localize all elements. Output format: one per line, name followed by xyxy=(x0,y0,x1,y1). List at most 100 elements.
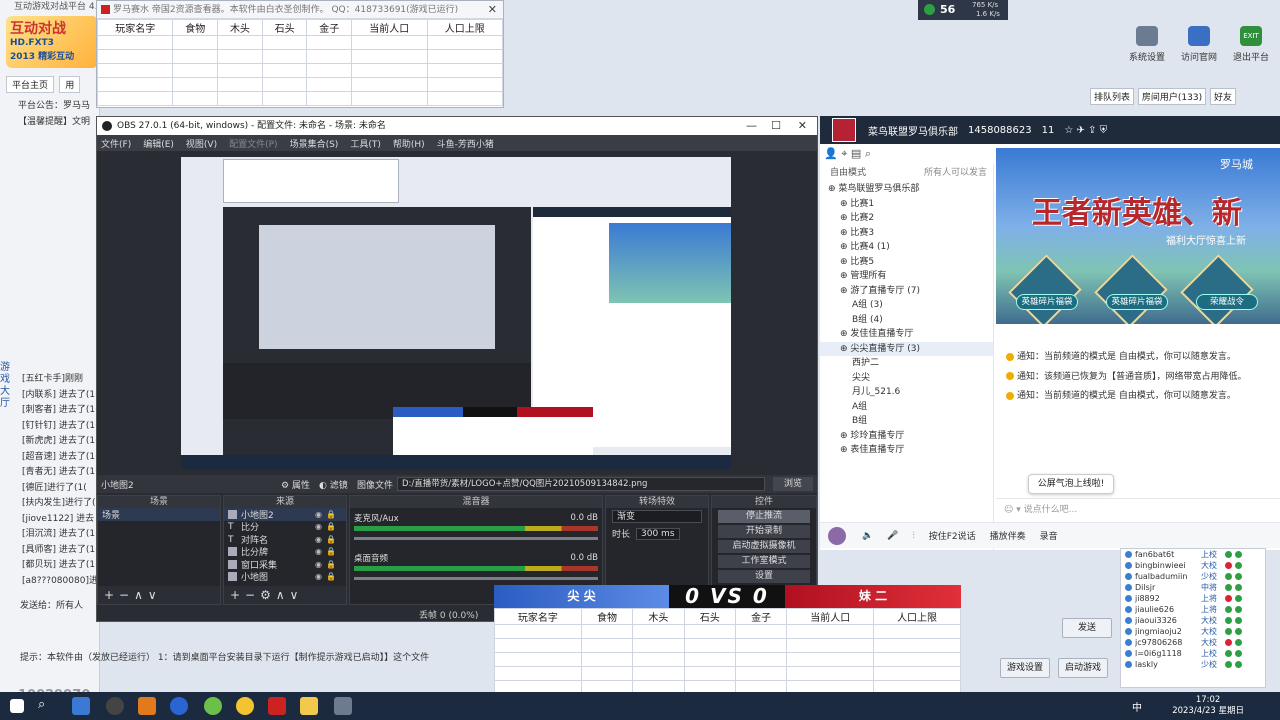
taskview-icon[interactable] xyxy=(72,697,90,715)
banner-button[interactable]: 荣耀战令 xyxy=(1196,294,1258,310)
system-settings-button[interactable]: 系统设置 xyxy=(1122,24,1172,66)
source-controls[interactable]: +−⚙∧∨ xyxy=(224,586,346,604)
tree-item[interactable]: ⊕ 尖尖直播专厅 (3) xyxy=(820,341,993,356)
app-icon[interactable] xyxy=(138,697,156,715)
tab-queue[interactable]: 排队列表 xyxy=(1090,88,1135,105)
filters-button[interactable]: ◐ 滤镜 xyxy=(319,478,348,491)
visibility-icon[interactable]: ◉🔒 xyxy=(315,535,340,544)
maximize-icon[interactable]: ☐ xyxy=(771,117,781,135)
tree-item[interactable]: ⊕ 发佳佳直播专厅 xyxy=(820,327,993,342)
virtual-camera-button[interactable]: 启动虚拟摄像机 xyxy=(718,540,810,553)
minimize-icon[interactable]: — xyxy=(746,117,757,135)
volume-slider[interactable] xyxy=(354,537,598,540)
mixer-icon[interactable]: ⫶ xyxy=(912,531,914,541)
hotkey-label[interactable]: 按住F2说话 xyxy=(929,529,976,542)
tree-item[interactable]: ⊕ 菜鸟联盟罗马俱乐部 xyxy=(820,182,993,197)
properties-button[interactable]: ⚙ 属性 xyxy=(281,478,310,491)
tree-item[interactable]: 尖尖 xyxy=(820,371,993,386)
source-item[interactable]: 小地图 ◉🔒 xyxy=(224,571,346,583)
menu-view[interactable]: 视图(V) xyxy=(186,137,217,150)
tree-item[interactable]: B组 xyxy=(820,414,993,429)
tab-friends[interactable]: 好友 xyxy=(1209,88,1236,105)
user-row[interactable]: jingmiaoju2 大校 xyxy=(1121,626,1265,637)
app-icon[interactable] xyxy=(300,697,318,715)
location-icon[interactable]: ⌖ xyxy=(841,147,847,160)
app-icon[interactable] xyxy=(268,697,286,715)
source-item[interactable]: 窗口采集 ◉🔒 xyxy=(224,558,346,571)
launch-game-button[interactable]: 启动游戏 xyxy=(1058,658,1108,678)
start-recording-button[interactable]: 开始录制 xyxy=(718,525,810,538)
visibility-icon[interactable]: ◉🔒 xyxy=(315,522,340,531)
tree-item[interactable]: 西护二 xyxy=(820,356,993,371)
search-icon[interactable]: ⌕ xyxy=(865,147,871,160)
studio-mode-button[interactable]: 工作室模式 xyxy=(718,555,810,568)
source-item[interactable]: 比分牌 ◉🔒 xyxy=(224,546,346,558)
user-row[interactable]: fan6bat6t 上校 xyxy=(1121,549,1265,560)
browser-icon[interactable] xyxy=(170,697,188,715)
app-icon[interactable] xyxy=(204,697,222,715)
tree-item[interactable]: ⊕ 游了直播专厅 (7) xyxy=(820,284,993,299)
visit-website-button[interactable]: 访问官网 xyxy=(1174,24,1224,66)
user-row[interactable]: jiaoui3326 大校 xyxy=(1121,615,1265,626)
user-row[interactable]: fualbadumiin 少校 xyxy=(1121,571,1265,582)
visibility-icon[interactable]: ◉🔒 xyxy=(315,510,340,519)
tree-item[interactable]: ⊕ 表佳直播专厅 xyxy=(820,443,993,458)
tree-item[interactable]: 月儿_521.6 xyxy=(820,385,993,400)
user-row[interactable]: bingbinwieei 大校 xyxy=(1121,560,1265,571)
emoji-icon[interactable]: ☺ ▾ xyxy=(1004,505,1024,515)
image-path-field[interactable]: D:/直播带货/素材/LOGO+点赞/QQ图片20210509134842.pn… xyxy=(397,477,765,491)
exit-platform-button[interactable]: EXIT 退出平台 xyxy=(1226,24,1276,66)
search-icon[interactable]: ⌕ xyxy=(38,697,56,715)
volume-slider[interactable] xyxy=(354,577,598,580)
tree-item[interactable]: ⊕ 比赛5 xyxy=(820,255,993,270)
send-button[interactable]: 发送 xyxy=(1062,618,1112,638)
user-row[interactable]: jiaulie626 上将 xyxy=(1121,604,1265,615)
menu-douyu[interactable]: 斗鱼-芳西小猪 xyxy=(437,137,494,150)
accompaniment-label[interactable]: 播放伴奏 xyxy=(990,529,1026,542)
obs-preview[interactable] xyxy=(181,157,731,469)
close-icon[interactable]: ✕ xyxy=(798,117,807,135)
visibility-icon[interactable]: ◉🔒 xyxy=(315,560,340,569)
tree-item[interactable]: ⊕ 比赛2 xyxy=(820,211,993,226)
user-row[interactable]: l=0i6g1118 上校 xyxy=(1121,648,1265,659)
close-icon[interactable]: ✕ xyxy=(488,1,497,19)
tab-user[interactable]: 用 xyxy=(59,76,81,93)
stop-streaming-button[interactable]: 停止推流 xyxy=(718,510,810,523)
user-row[interactable]: jc97806268 大校 xyxy=(1121,637,1265,648)
tree-item[interactable]: ⊕ 比赛4 (1) xyxy=(820,240,993,255)
start-icon[interactable] xyxy=(10,699,24,713)
chat-input[interactable]: ☺ ▾ 说点什么吧... xyxy=(996,498,1280,520)
speaker-icon[interactable]: 🔈 xyxy=(862,531,873,541)
transition-select[interactable]: 渐变 xyxy=(612,510,702,523)
menu-help[interactable]: 帮助(H) xyxy=(393,137,425,150)
tree-item[interactable]: ⊕ 比赛1 xyxy=(820,197,993,212)
menu-edit[interactable]: 编辑(E) xyxy=(143,137,174,150)
settings-button[interactable]: 设置 xyxy=(718,570,810,583)
tree-item[interactable]: A组 (3) xyxy=(820,298,993,313)
user-row[interactable]: ji8892 上将 xyxy=(1121,593,1265,604)
game-icon[interactable] xyxy=(236,697,254,715)
visibility-icon[interactable]: ◉🔒 xyxy=(315,547,340,556)
game-settings-button[interactable]: 游戏设置 xyxy=(1000,658,1050,678)
tab-room-users[interactable]: 房间用户(133) xyxy=(1137,88,1207,105)
star-icon[interactable]: ☆ ✈ ⇪ ⛨ xyxy=(1064,125,1107,136)
menu-tools[interactable]: 工具(T) xyxy=(350,137,381,150)
tab-platform-home[interactable]: 平台主页 xyxy=(6,76,55,93)
tree-item[interactable]: ⊕ 管理所有 xyxy=(820,269,993,284)
scene-controls[interactable]: +−∧∨ xyxy=(98,586,220,604)
source-item[interactable]: 小地图2 ◉🔒 xyxy=(224,508,346,521)
duration-input[interactable]: 300 ms xyxy=(636,527,680,540)
clock[interactable]: 17:02 2023/4/23 星期日 xyxy=(1172,695,1244,717)
send-target-label[interactable]: 发送给：所有人 xyxy=(20,598,83,611)
record-label[interactable]: 录音 xyxy=(1040,529,1058,542)
tree-item[interactable]: A组 xyxy=(820,400,993,415)
menu-scene-collection[interactable]: 场景集合(S) xyxy=(290,137,339,150)
scene-item[interactable]: 场景 xyxy=(98,508,220,521)
source-item[interactable]: T 对阵名 ◉🔒 xyxy=(224,533,346,546)
obs-taskbar-icon[interactable] xyxy=(106,697,124,715)
browse-button[interactable]: 浏览 xyxy=(773,477,813,491)
source-item[interactable]: T 比分 ◉🔒 xyxy=(224,521,346,533)
mic-icon[interactable]: 🎤 xyxy=(887,531,898,541)
user-row[interactable]: Dilsjr 中将 xyxy=(1121,582,1265,593)
menu-file[interactable]: 文件(F) xyxy=(101,137,131,150)
